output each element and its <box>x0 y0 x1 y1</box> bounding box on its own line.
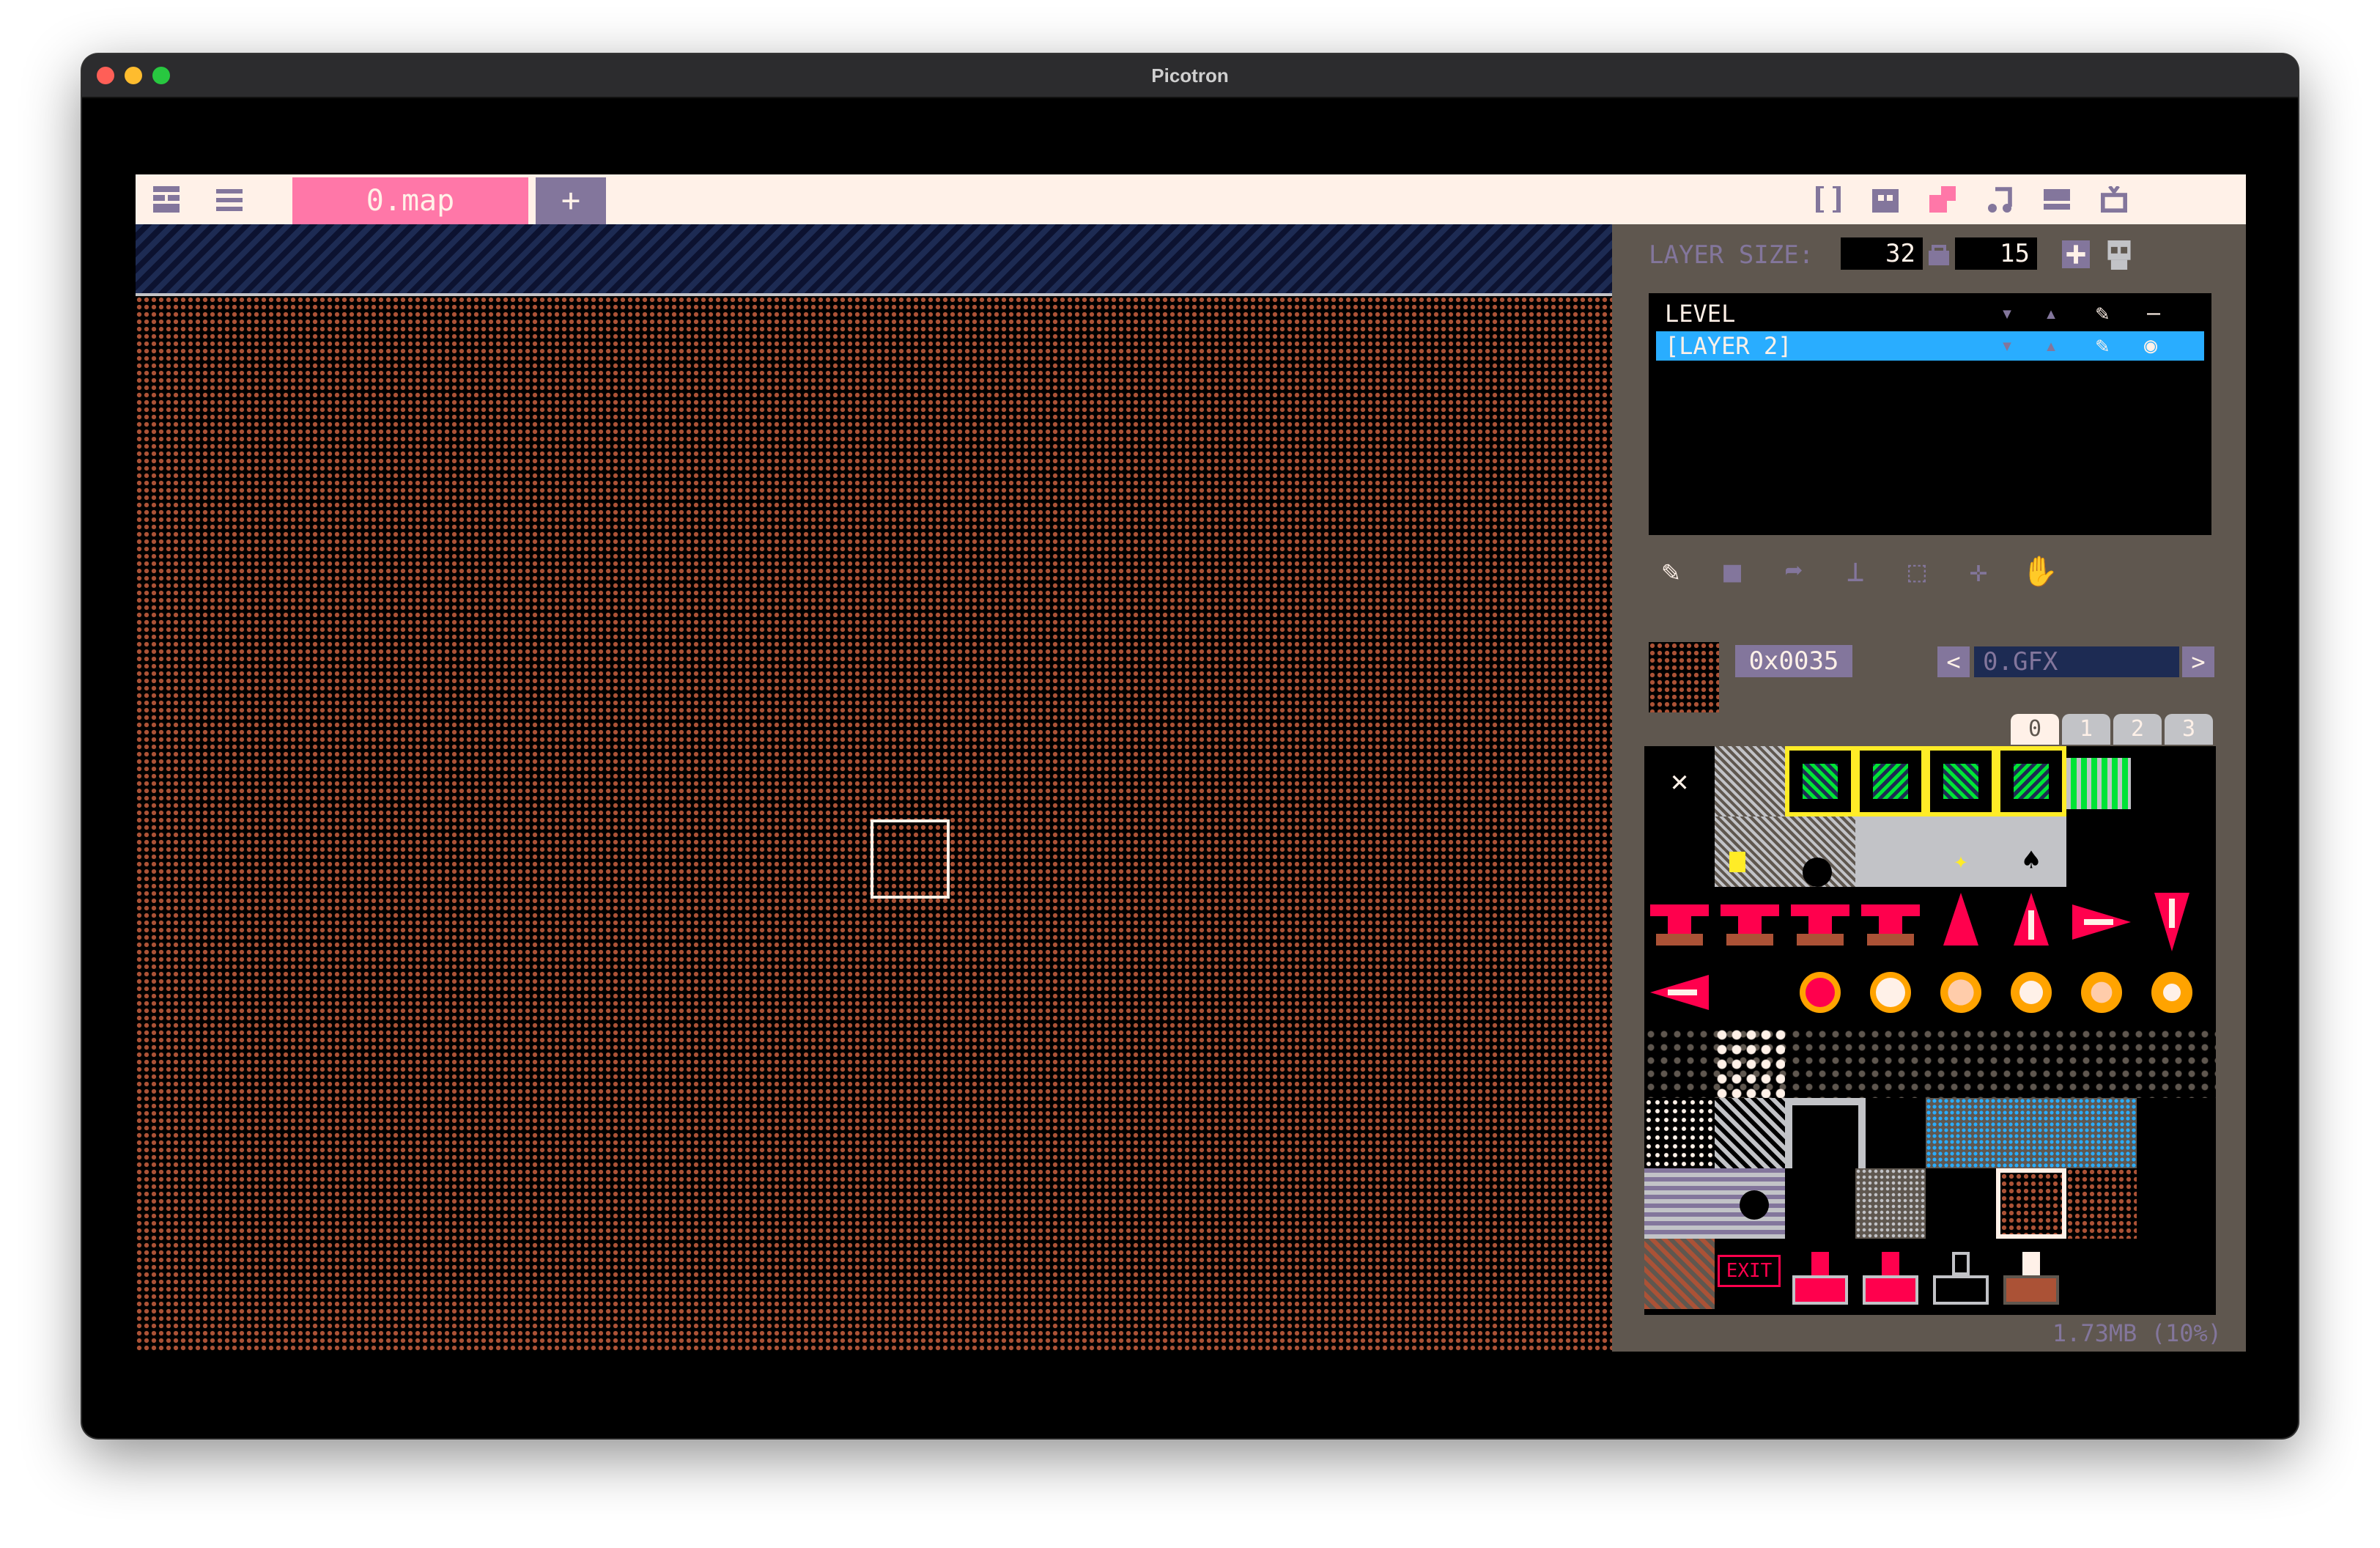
layer-visibility-eye-icon[interactable]: ◉ <box>2144 331 2157 361</box>
prev-gfx-button[interactable]: < <box>1937 646 1970 677</box>
bank-tab-2[interactable]: 2 <box>2113 714 2162 745</box>
sprite-tile[interactable] <box>1715 1098 1785 1168</box>
current-sprite-preview <box>1649 642 1719 712</box>
debris-sprite[interactable] <box>1715 1028 1785 1098</box>
map-canvas[interactable]: 15 4 <box>136 296 1612 1352</box>
code-editor-icon[interactable] <box>1815 186 1841 213</box>
noise-sprite[interactable] <box>1644 1098 1715 1168</box>
player-ship-sprite[interactable] <box>2137 887 2207 957</box>
gfx-file-name: 0.GFX <box>1974 646 2179 677</box>
explosion-sprite[interactable] <box>1785 957 1855 1028</box>
empty-sprite-x-icon[interactable]: ✕ <box>1644 746 1715 817</box>
bank-tab-1[interactable]: 1 <box>2062 714 2110 745</box>
layers-list: LEVEL ▾ ▴ ✎ — [LAYER 2] ▾ ▴ ✎ ◉ <box>1649 293 2211 535</box>
add-layer-icon[interactable] <box>2062 240 2090 268</box>
export-icon[interactable] <box>2101 186 2127 213</box>
bank-tab-3[interactable]: 3 <box>2165 714 2213 745</box>
layer-height-input[interactable]: 15 <box>1955 237 2037 270</box>
layer-width-input[interactable]: 32 <box>1841 237 1923 270</box>
player-ship-sprite[interactable] <box>2066 887 2137 957</box>
map-editor-icon[interactable] <box>1929 186 1956 213</box>
sprite-tile[interactable]: ♠ <box>1996 817 2066 887</box>
explosion-sprite[interactable] <box>2137 957 2207 1028</box>
hide-layer-dash-icon[interactable]: — <box>2147 299 2160 328</box>
sprite-tile[interactable] <box>1644 1239 1715 1309</box>
sprite-sheet[interactable]: ✕ ✦ ♠ EXIT <box>1644 746 2216 1315</box>
enemy-ship-sprite[interactable] <box>1644 887 1715 957</box>
sprite-tile[interactable] <box>1715 817 1855 887</box>
enemy-ship-sprite[interactable] <box>1715 887 1785 957</box>
memory-usage: 1.73MB (10%) <box>2052 1319 2222 1347</box>
lock-icon[interactable] <box>1929 242 1949 265</box>
move-layer-up-icon[interactable]: ▴ <box>2044 299 2058 328</box>
workspace-toolbar: 0.map + <box>136 174 2246 224</box>
layer-name: LEVEL <box>1665 300 1736 328</box>
sprite-editor-icon[interactable] <box>1872 186 1899 213</box>
doorway-sprite[interactable] <box>1785 1098 1866 1168</box>
select-icon[interactable]: ⬚ <box>1898 553 1936 591</box>
layer-size-label: LAYER SIZE: <box>1649 240 1814 270</box>
water-sprites[interactable] <box>1926 1098 2137 1168</box>
bank-tab-0[interactable]: 0 <box>2011 714 2059 745</box>
explosion-sprite[interactable] <box>2066 957 2137 1028</box>
button-sprite[interactable] <box>1996 1239 2066 1309</box>
explosion-sprite[interactable] <box>1996 957 2066 1028</box>
enemy-ship-sprite[interactable] <box>1855 887 1926 957</box>
sprite-tile[interactable] <box>1926 746 1996 817</box>
button-sprite[interactable] <box>1785 1239 1855 1309</box>
fill-bucket-icon[interactable]: ➦ <box>1775 553 1813 591</box>
sprite-tile[interactable] <box>1855 817 1926 887</box>
edit-layer-pencil-icon[interactable]: ✎ <box>2096 331 2109 361</box>
layer-name: [LAYER 2] <box>1665 332 1792 360</box>
player-ship-sprite[interactable] <box>1644 957 1715 1028</box>
picotron-logo-icon[interactable] <box>153 186 180 213</box>
window-title: Picotron <box>1151 64 1229 86</box>
pencil-icon[interactable]: ✎ <box>1652 553 1690 591</box>
delete-layer-skull-icon[interactable] <box>2104 240 2134 270</box>
stamp-icon[interactable]: ⊥ <box>1836 553 1874 591</box>
sprite-tile[interactable] <box>1855 746 1926 817</box>
tab-map-file[interactable]: 0.map <box>292 177 528 224</box>
sfx-editor-icon[interactable] <box>1987 186 2013 213</box>
layer-row-level[interactable]: LEVEL ▾ ▴ ✎ — <box>1656 299 2204 328</box>
player-ship-sprite[interactable] <box>1996 887 2066 957</box>
pan-cursor-icon[interactable]: ✛ <box>1959 553 1998 591</box>
enemy-ship-sprite[interactable] <box>1785 887 1855 957</box>
next-gfx-button[interactable]: > <box>2182 646 2214 677</box>
move-layer-down-icon[interactable]: ▾ <box>2000 299 2014 328</box>
player-ship-sprite[interactable] <box>1926 887 1996 957</box>
menu-icon[interactable] <box>216 186 243 213</box>
sprite-tile[interactable] <box>2066 1168 2137 1239</box>
explosion-sprite[interactable] <box>1855 957 1926 1028</box>
fill-rect-icon[interactable]: ■ <box>1713 553 1751 591</box>
sprite-tile[interactable] <box>2066 758 2131 809</box>
selected-sprite-cursor[interactable] <box>1996 1168 2066 1239</box>
exit-sign-sprite[interactable]: EXIT <box>1715 1239 1785 1309</box>
button-sprite[interactable] <box>1855 1239 1926 1309</box>
tile-cursor <box>871 819 950 899</box>
sprite-tile[interactable] <box>1785 746 1855 817</box>
new-tab-button[interactable]: + <box>536 177 606 224</box>
title-bar: Picotron <box>82 54 2298 98</box>
sprite-id-label: 0x0035 <box>1735 645 1852 677</box>
edit-layer-pencil-icon[interactable]: ✎ <box>2096 299 2109 328</box>
hand-icon[interactable]: ✋ <box>2021 553 2059 591</box>
explosion-sprite[interactable] <box>1926 957 1996 1028</box>
move-layer-down-icon[interactable]: ▾ <box>2000 331 2014 361</box>
sprite-tile[interactable] <box>1996 746 2066 817</box>
sprite-tile[interactable] <box>1715 746 1785 817</box>
sprite-tile[interactable] <box>1855 1168 1926 1239</box>
move-layer-up-icon[interactable]: ▴ <box>2044 331 2058 361</box>
music-editor-icon[interactable] <box>2044 186 2070 213</box>
sprite-tile[interactable]: ✦ <box>1926 817 1996 887</box>
button-sprite[interactable] <box>1926 1239 1996 1309</box>
layer-row-layer-2[interactable]: [LAYER 2] ▾ ▴ ✎ ◉ <box>1656 331 2204 361</box>
floor-sprite[interactable] <box>1644 1168 1785 1239</box>
app-window: Picotron 0.map + LAYER SIZE: 32 15 LEVEL… <box>82 54 2298 1438</box>
map-header-stripe <box>136 224 1612 296</box>
